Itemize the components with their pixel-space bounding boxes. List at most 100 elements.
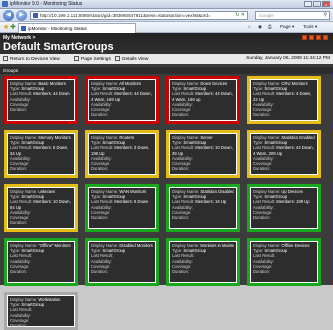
page-menu[interactable]: Page ▾ — [280, 24, 294, 30]
smartgroup-card[interactable]: Display Name: All Monitors Type: SmartGro… — [85, 76, 159, 124]
card-duration-label: Duration: — [91, 269, 108, 275]
app-content: My Network > Default SmartGroups Return … — [0, 33, 333, 330]
card-duration: Duration: — [172, 215, 234, 220]
card-body: Display Name: Server Type: SmartGroup Last… — [170, 134, 236, 174]
card-duration: Duration: — [10, 269, 72, 274]
card-duration-label: Duration: — [172, 166, 189, 172]
search-input[interactable]: Google ⚲ — [255, 11, 330, 20]
details-label: Details View — [122, 57, 149, 62]
url-text: http://10.199.1.111:8080/status/gid=3836… — [40, 13, 211, 18]
window-title-bar: ipMonitor 9.0 - Monitoring Status _ □ x — [0, 0, 333, 9]
print-icon[interactable]: ⎙ — [268, 24, 272, 29]
card-body: Display Name: Statistics Disabled Type: S… — [170, 188, 236, 228]
card-last-result: Last Result: Members: 4 Down, 22 Up — [253, 91, 315, 101]
devices-icon — [3, 56, 8, 61]
groups-header: Groups — [0, 67, 333, 74]
card-duration: Duration: — [91, 269, 153, 274]
card-body: Display Name: Up Devices Type: SmartGroup… — [251, 188, 317, 228]
smartgroup-card[interactable]: Display Name: CRU Monitors Type: SmartGro… — [247, 76, 321, 124]
card-duration: Duration: — [172, 269, 234, 274]
maximize-button[interactable]: □ — [313, 1, 321, 7]
card-body: Display Name: CRU Monitors Type: SmartGro… — [251, 80, 317, 120]
card-duration: Duration: — [253, 215, 315, 220]
smartgroup-card[interactable]: Display Name: Routers Type: SmartGroup Las… — [85, 130, 159, 178]
tools-menu-label: Tools — [303, 24, 314, 29]
card-duration-label: Duration: — [172, 112, 189, 118]
smartgroup-card[interactable]: Display Name: "Offline" Monitors Type: Sm… — [4, 238, 78, 286]
card-duration: Duration: — [10, 323, 72, 329]
forward-icon[interactable]: ▶ — [16, 10, 27, 21]
card-last-result: Last Result: Members: 6 Down, 34 Up — [10, 145, 72, 155]
card-duration: Duration: — [91, 112, 153, 117]
smartgroup-card[interactable]: Display Name: WAN Monitors Type: SmartGro… — [85, 184, 159, 232]
search-icon[interactable]: ⚲ — [323, 12, 327, 18]
smartgroup-card[interactable]: Display Name: Server Type: SmartGroup Last… — [166, 130, 240, 178]
card-duration-label: Duration: — [10, 323, 27, 329]
refresh-page-icon[interactable] — [309, 35, 314, 40]
card-duration-label: Duration: — [253, 166, 270, 172]
card-body: Display Name: All Monitors Type: SmartGro… — [89, 80, 155, 120]
favorites-star-icon[interactable]: ★ — [3, 23, 9, 31]
card-body: Display Name: Basic Monitors Type: SmartG… — [8, 80, 74, 120]
tab-bar: ★ ✚ ipMonitor - Monitoring Status ⌂ ◉ ⎙ … — [0, 22, 333, 33]
card-body: Display Name: Statistics Enabled Type: Sm… — [251, 134, 317, 174]
card-body: Display Name: unknown Type: SmartGroup Las… — [8, 188, 74, 228]
app-toolbar: Return to Devices View Page Settings Det… — [0, 54, 333, 64]
details-view-button[interactable]: Details View — [115, 56, 148, 62]
card-body: Display Name: Memory Monitors Type: Smart… — [8, 134, 74, 174]
card-duration: Duration: — [10, 166, 72, 171]
url-field[interactable]: http://10.199.1.111:8080/status/gid=3836… — [30, 11, 248, 20]
close-button[interactable]: x — [322, 1, 330, 7]
logout-icon[interactable] — [323, 35, 328, 40]
page-menu-label: Page — [280, 24, 291, 29]
tools-menu[interactable]: Tools ▾ — [303, 24, 317, 30]
settings-label: Page Settings — [81, 57, 111, 62]
card-last-result: Last Result: Members: 44 Down, 4 Warn, 1… — [172, 91, 234, 101]
back-icon[interactable]: ◀ — [3, 10, 14, 21]
card-duration-label: Duration: — [172, 269, 189, 275]
smartgroup-grid: Display Name: Basic Monitors Type: SmartG… — [0, 74, 333, 330]
smartgroup-card[interactable]: Display Name: Statistics Disabled Type: S… — [166, 184, 240, 232]
smartgroup-card[interactable]: Display Name: Statistics Enabled Type: Sm… — [247, 130, 321, 178]
details-icon — [115, 56, 120, 61]
help-icon[interactable] — [302, 35, 307, 40]
card-duration: Duration: — [172, 166, 234, 171]
card-duration: Duration: — [253, 112, 315, 117]
smartgroup-card[interactable]: Display Name: Disabled Monitors Type: Sma… — [85, 238, 159, 286]
card-body: Display Name: Disabled Monitors Type: Sma… — [89, 242, 155, 282]
card-duration-label: Duration: — [91, 215, 108, 221]
card-duration-label: Duration: — [10, 269, 27, 275]
refresh-icon[interactable]: ↻ ✕ — [235, 12, 245, 18]
return-to-devices-button[interactable]: Return to Devices View — [3, 56, 60, 62]
minimize-button[interactable]: _ — [304, 1, 312, 7]
browser-tab[interactable]: ipMonitor - Monitoring Status — [18, 23, 136, 33]
smartgroup-card[interactable]: Display Name: Down Devices Type: SmartGro… — [166, 76, 240, 124]
smartgroup-card[interactable]: Display Name: Monitors in MaintenanceTyp… — [166, 238, 240, 286]
card-last-result-value: Members: 199 Up — [276, 199, 310, 205]
smartgroup-card[interactable]: Display Name: Offline Devices Type: Smart… — [247, 238, 321, 286]
smartgroup-card[interactable]: Display Name: Memory Monitors Type: Smart… — [4, 130, 78, 178]
smartgroup-card[interactable]: Display Name: unknown Type: SmartGroup Las… — [4, 184, 78, 232]
app-header: My Network > Default SmartGroups Return … — [0, 33, 333, 67]
address-toolbar: ◀ ▶ http://10.199.1.111:8080/status/gid=… — [0, 9, 333, 22]
card-body: Display Name: Workstation Type: SmartGrou… — [8, 296, 74, 329]
smartgroup-card[interactable]: Display Name: Basic Monitors Type: SmartG… — [4, 76, 78, 124]
timestamp: Sunday, January 06, 2008 11:44:12 PM — [246, 56, 330, 61]
card-duration-label: Duration: — [253, 112, 270, 118]
card-last-result: Last Result: Members: 44 Down, 4 Warn, 1… — [91, 91, 153, 101]
smartgroup-card[interactable]: Display Name: Up Devices Type: SmartGroup… — [247, 184, 321, 232]
smartgroup-card[interactable]: Display Name: Workstation Type: SmartGrou… — [4, 292, 78, 330]
card-body: Display Name: "Offline" Monitors Type: Sm… — [8, 242, 74, 282]
card-last-result-value: Members: 44 Down — [33, 91, 70, 97]
card-last-result: Last Result: Members: 10 Down, 84 Up — [10, 199, 72, 209]
feeds-icon[interactable]: ◉ — [258, 24, 262, 30]
card-last-result-value: Members: 6 Down — [114, 199, 149, 205]
card-duration-label: Duration: — [10, 220, 27, 226]
page-settings-button[interactable]: Page Settings — [74, 56, 111, 62]
add-favorite-icon[interactable]: ✚ — [10, 23, 16, 31]
print-page-icon[interactable] — [316, 35, 321, 40]
home-icon[interactable]: ⌂ — [248, 24, 251, 29]
card-body: Display Name: Offline Devices Type: Smart… — [251, 242, 317, 282]
card-duration: Duration: — [10, 220, 72, 225]
card-duration: Duration: — [91, 166, 153, 171]
